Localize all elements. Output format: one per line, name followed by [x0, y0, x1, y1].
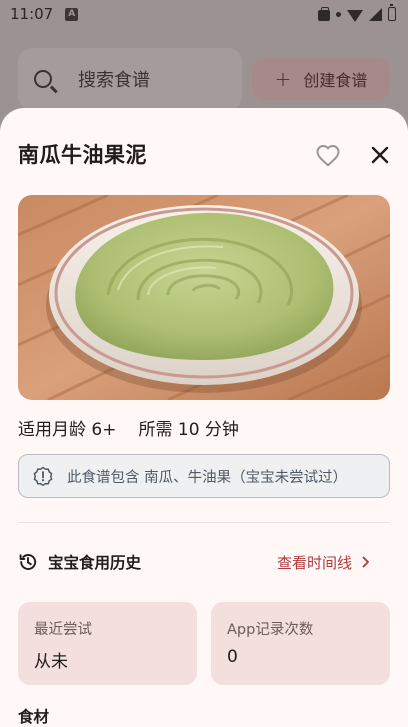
app-record-count-label: App记录次数 — [227, 622, 314, 638]
recipe-detail-sheet: 南瓜牛油果泥 适用月龄 6+ 所需 10 分钟 此食谱包含 南瓜、牛油果（宝宝未… — [0, 108, 408, 727]
age-range: 适用月龄 6+ — [18, 420, 117, 440]
close-icon — [371, 146, 389, 164]
app-record-count-value: 0 — [227, 647, 238, 667]
history-title: 宝宝食用历史 — [48, 554, 142, 572]
close-button[interactable] — [366, 141, 394, 169]
history-icon — [19, 554, 37, 570]
ingredients-title: 食材 — [18, 708, 50, 726]
heart-icon — [316, 145, 340, 167]
allergen-notice: 此食谱包含 南瓜、牛油果（宝宝未尝试过） — [18, 454, 390, 498]
favorite-button[interactable] — [314, 141, 342, 169]
app-record-count-card: App记录次数 0 — [211, 602, 390, 685]
chevron-right-icon — [362, 556, 369, 568]
notification-icon: A — [65, 7, 79, 21]
search-icon — [34, 70, 52, 88]
recipe-image — [18, 195, 390, 400]
create-recipe-label: 创建食谱 — [303, 71, 368, 90]
divider — [18, 522, 390, 523]
alert-icon — [33, 466, 53, 486]
allergen-text: 此食谱包含 南瓜、牛油果（宝宝未尝试过） — [67, 469, 348, 486]
last-tried-value: 从未 — [34, 652, 68, 672]
work-bag-icon — [318, 6, 330, 21]
prep-time: 所需 10 分钟 — [138, 420, 239, 440]
history-section-header: 宝宝食用历史 查看时间线 — [18, 549, 390, 575]
recipe-title: 南瓜牛油果泥 — [18, 143, 147, 167]
view-timeline-label: 查看时间线 — [276, 553, 352, 572]
wifi-icon — [347, 10, 363, 22]
signal-icon — [369, 7, 382, 21]
search-bar[interactable]: 搜索食谱 — [18, 48, 242, 110]
create-recipe-button[interactable]: + 创建食谱 — [252, 58, 390, 100]
plus-icon: + — [274, 67, 292, 91]
search-placeholder: 搜索食谱 — [78, 70, 150, 91]
status-bar: 11:07 A — [0, 0, 408, 28]
last-tried-card: 最近尝试 从未 — [18, 602, 197, 685]
status-icons — [318, 4, 396, 22]
view-timeline-link[interactable]: 查看时间线 — [277, 552, 390, 573]
last-tried-label: 最近尝试 — [34, 622, 92, 638]
status-time: 11:07 — [10, 5, 54, 23]
battery-icon — [388, 4, 396, 21]
dot-icon — [336, 11, 341, 17]
recipe-meta: 适用月龄 6+ 所需 10 分钟 — [18, 415, 239, 440]
